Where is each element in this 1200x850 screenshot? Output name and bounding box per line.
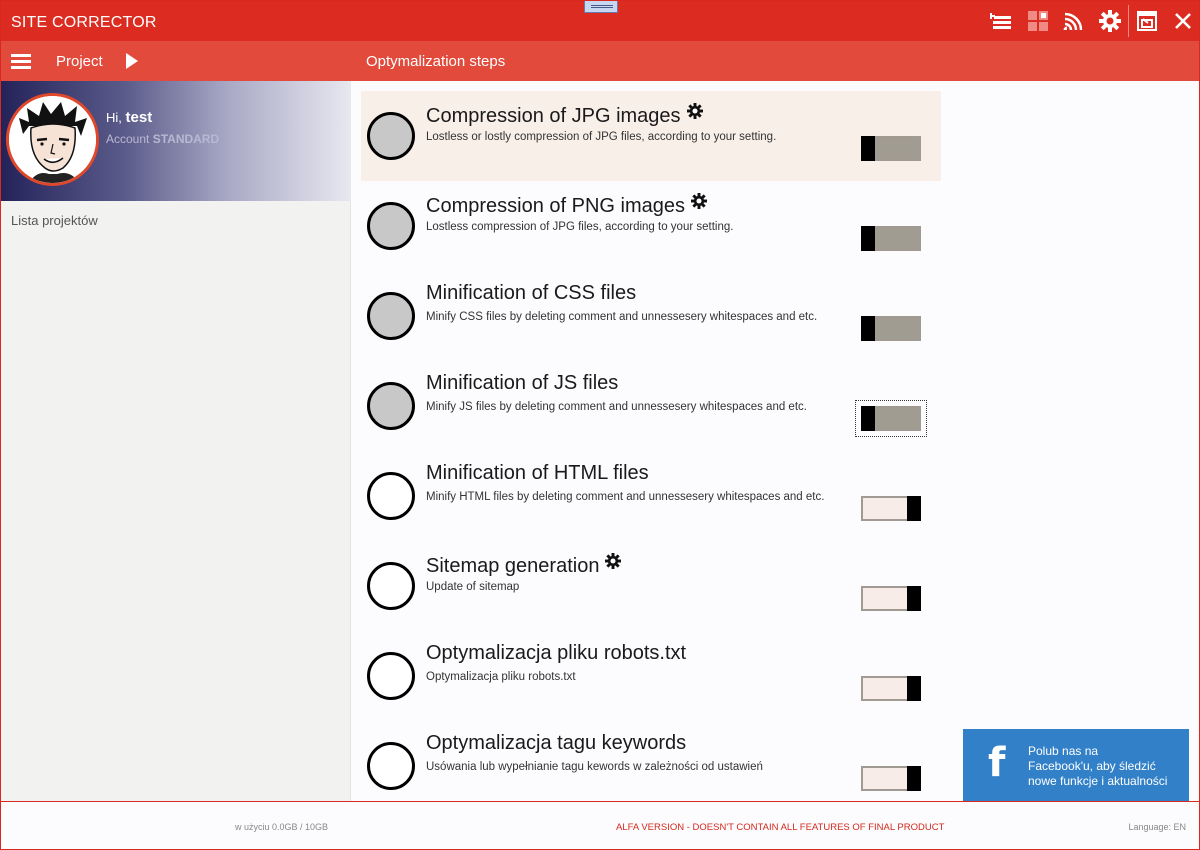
step-description: Lostless compression of JPG files, accor… bbox=[426, 221, 734, 233]
step-toggle[interactable] bbox=[861, 136, 921, 161]
facebook-line: Polub nas na bbox=[1028, 744, 1099, 758]
step-title-text: Minification of JS files bbox=[426, 372, 619, 394]
account-type: STANDARD bbox=[152, 132, 220, 146]
step-status-circle bbox=[367, 112, 415, 160]
account-info: Account STANDARD bbox=[106, 132, 219, 146]
step-title-text: Minification of CSS files bbox=[426, 282, 637, 304]
username: test bbox=[125, 109, 153, 126]
toggle-knob bbox=[907, 676, 921, 701]
toggle-knob bbox=[861, 136, 875, 161]
toggle-knob bbox=[861, 226, 875, 251]
step-title: Minification of CSS files bbox=[426, 282, 636, 305]
step-row[interactable]: Compression of JPG images Lostless or los… bbox=[361, 91, 941, 181]
projects-list-link[interactable]: Lista projektów bbox=[11, 213, 98, 228]
step-title: Sitemap generation bbox=[426, 552, 622, 578]
section-title: Optymalization steps bbox=[366, 53, 506, 70]
step-description: Minify JS files by deleting comment and … bbox=[426, 401, 807, 413]
step-description: Lostless or lostly compression of JPG fi… bbox=[426, 131, 777, 143]
step-settings-gear-icon[interactable] bbox=[690, 192, 707, 215]
step-toggle[interactable] bbox=[861, 496, 921, 521]
step-row[interactable]: Minification of JS files Minify JS files … bbox=[361, 361, 941, 451]
facebook-promo[interactable]: f Polub nas na Facebook'u, aby śledzić n… bbox=[963, 729, 1189, 801]
step-title-text: Optymalizacja tagu keywords bbox=[426, 732, 687, 754]
step-row[interactable]: Optymalizacja pliku robots.txt Optymaliza… bbox=[361, 631, 941, 721]
step-row[interactable]: Optymalizacja tagu keywords Usówania lub … bbox=[361, 721, 941, 811]
toggle-knob bbox=[861, 406, 875, 431]
facebook-icon: f bbox=[988, 740, 1006, 786]
step-status-circle bbox=[367, 562, 415, 610]
step-title-text: Compression of PNG images bbox=[426, 195, 685, 217]
step-row[interactable]: Sitemap generation Update of sitemap bbox=[361, 541, 941, 631]
avatar[interactable] bbox=[6, 93, 99, 186]
step-row[interactable]: Minification of CSS files Minify CSS file… bbox=[361, 271, 941, 361]
step-title: Optymalizacja pliku robots.txt bbox=[426, 642, 686, 665]
step-title-text: Minification of HTML files bbox=[426, 462, 649, 484]
footer: w użyciu 0.0GB / 10GB ALFA VERSION - DOE… bbox=[1, 801, 1199, 849]
facebook-line: Facebook'u, aby śledzić bbox=[1028, 759, 1156, 773]
greeting: Hi, test bbox=[106, 109, 152, 126]
language-selector[interactable]: Language: EN bbox=[1128, 822, 1186, 832]
step-toggle[interactable] bbox=[855, 400, 927, 437]
toggle-knob bbox=[907, 496, 921, 521]
toolbar-separator bbox=[1128, 5, 1129, 37]
step-description: Usówania lub wypełnianie tagu kewords w … bbox=[426, 761, 763, 773]
optimization-steps-list: Compression of JPG images Lostless or los… bbox=[361, 91, 941, 801]
drag-handle-icon[interactable] bbox=[584, 1, 618, 13]
step-toggle[interactable] bbox=[861, 586, 921, 611]
step-row[interactable]: Compression of PNG images Lostless compre… bbox=[361, 181, 941, 271]
list-add-icon[interactable] bbox=[989, 9, 1013, 33]
step-title: Compression of PNG images bbox=[426, 192, 707, 218]
step-row[interactable]: Minification of HTML files Minify HTML fi… bbox=[361, 451, 941, 541]
app-title: SITE CORRECTOR bbox=[11, 14, 157, 31]
step-description: Minify HTML files by deleting comment an… bbox=[426, 491, 825, 503]
step-title-text: Sitemap generation bbox=[426, 555, 600, 577]
step-title-text: Compression of JPG images bbox=[426, 105, 681, 127]
play-icon[interactable] bbox=[126, 53, 138, 69]
step-status-circle bbox=[367, 742, 415, 790]
step-title: Optymalizacja tagu keywords bbox=[426, 732, 686, 755]
restore-window-icon[interactable] bbox=[1135, 9, 1159, 33]
toggle-knob bbox=[907, 586, 921, 611]
gear-icon[interactable] bbox=[1098, 9, 1122, 33]
sidebar: Hi, test Account STANDARD Lista projektó… bbox=[1, 81, 351, 801]
step-toggle[interactable] bbox=[861, 316, 921, 341]
menu-icon[interactable] bbox=[11, 54, 31, 69]
step-status-circle bbox=[367, 382, 415, 430]
step-title: Minification of HTML files bbox=[426, 462, 649, 485]
title-bar[interactable]: SITE CORRECTOR bbox=[1, 1, 1199, 41]
close-icon[interactable] bbox=[1171, 9, 1195, 33]
project-label[interactable]: Project bbox=[56, 53, 103, 70]
facebook-promo-text: Polub nas na Facebook'u, aby śledzić now… bbox=[1028, 744, 1167, 789]
step-status-circle bbox=[367, 652, 415, 700]
toggle-knob bbox=[907, 766, 921, 791]
alpha-notice: ALFA VERSION - DOESN'T CONTAIN ALL FEATU… bbox=[616, 822, 945, 833]
storage-usage: w użyciu 0.0GB / 10GB bbox=[235, 822, 329, 832]
step-title: Compression of JPG images bbox=[426, 102, 703, 128]
step-status-circle bbox=[367, 472, 415, 520]
greeting-label: Hi, bbox=[106, 110, 122, 125]
step-toggle[interactable] bbox=[861, 226, 921, 251]
step-toggle[interactable] bbox=[861, 676, 921, 701]
grid-icon[interactable] bbox=[1026, 9, 1050, 33]
step-status-circle bbox=[367, 292, 415, 340]
app-window: SITE CORRECTOR Project Optymalization st… bbox=[0, 0, 1200, 850]
signal-icon[interactable] bbox=[1062, 9, 1086, 33]
toggle-knob bbox=[861, 316, 875, 341]
step-title-text: Optymalizacja pliku robots.txt bbox=[426, 642, 687, 664]
step-title: Minification of JS files bbox=[426, 372, 618, 395]
step-description: Update of sitemap bbox=[426, 581, 520, 593]
step-toggle[interactable] bbox=[861, 766, 921, 791]
step-description: Minify CSS files by deleting comment and… bbox=[426, 311, 818, 323]
sub-header: Project Optymalization steps bbox=[1, 41, 1199, 81]
step-settings-gear-icon[interactable] bbox=[686, 102, 703, 125]
profile-panel: Hi, test Account STANDARD bbox=[1, 81, 351, 201]
facebook-line: nowe funkcje i aktualności bbox=[1028, 774, 1168, 788]
step-status-circle bbox=[367, 202, 415, 250]
account-label: Account bbox=[106, 132, 150, 146]
step-settings-gear-icon[interactable] bbox=[605, 552, 622, 575]
step-description: Optymalizacja pliku robots.txt bbox=[426, 671, 576, 683]
